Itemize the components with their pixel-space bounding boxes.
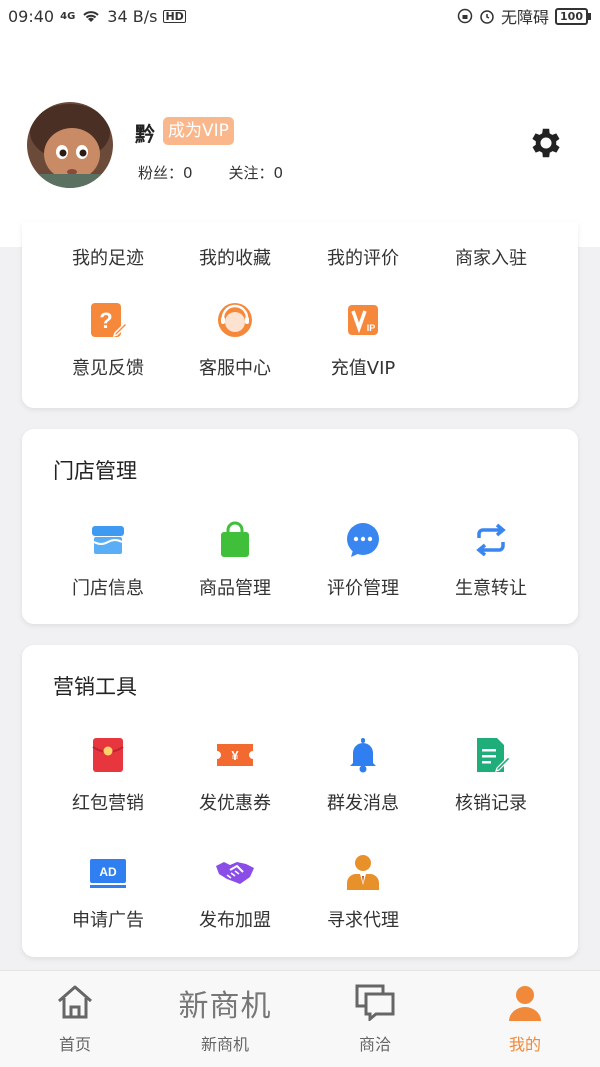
customer-service-item[interactable]: 客服中心 — [171, 300, 299, 380]
transfer-icon — [476, 523, 506, 557]
follow-count[interactable]: 关注：0 — [229, 162, 284, 183]
item-label: 商品管理 — [199, 578, 271, 599]
network-icon: 4G — [60, 10, 76, 22]
marketing-tools-card: 营销工具 红包营销 ¥ 发优惠券 群发消息 核销记录 AD 申请广告 发布加盟 … — [22, 645, 578, 957]
network-speed: 34 B/s — [107, 6, 158, 26]
coupon-icon: ¥ — [217, 744, 253, 766]
ad-application-item[interactable]: AD 申请广告 — [44, 852, 172, 932]
profile-header: 黔 成为VIP 粉丝：0 关注：0 — [0, 32, 600, 247]
item-label: 我的收藏 — [199, 248, 271, 269]
tab-mine[interactable]: 我的 — [450, 971, 600, 1067]
item-label: 评价管理 — [327, 578, 399, 599]
favorites-item[interactable]: 我的收藏 — [171, 244, 299, 270]
red-packet-item[interactable]: 红包营销 — [44, 735, 172, 815]
gear-icon[interactable] — [527, 124, 565, 162]
tab-label: 商洽 — [358, 1035, 391, 1054]
battery-icon: 100 — [555, 7, 591, 25]
store-management-card: 门店管理 门店信息 商品管理 评价管理 生意转让 — [22, 429, 578, 624]
tab-negotiation[interactable]: 商洽 — [300, 971, 450, 1067]
shortcut-card: 我的足迹 我的收藏 我的评价 商家入驻 ? 意见反馈 客服中心 IP 充值VIP — [22, 222, 578, 408]
item-label: 群发消息 — [327, 793, 399, 814]
tab-home[interactable]: 首页 — [0, 971, 150, 1067]
merchant-join-item[interactable]: 商家入驻 — [427, 244, 555, 270]
accessibility-label: 无障碍 — [501, 8, 550, 27]
record-icon — [477, 738, 511, 772]
vip-icon: IP — [348, 305, 378, 335]
tab-label: 首页 — [58, 1035, 91, 1054]
tab-label: 新商机 — [200, 1035, 249, 1054]
wifi-icon — [83, 11, 99, 22]
item-label: 充值VIP — [330, 358, 396, 379]
profile-stats: 粉丝：0 关注：0 — [138, 162, 283, 183]
red-packet-icon — [92, 738, 124, 772]
item-label: 发优惠券 — [199, 793, 271, 814]
item-label: 发布加盟 — [199, 910, 271, 931]
username: 黔 — [135, 122, 155, 146]
bell-icon — [350, 738, 376, 773]
feedback-item[interactable]: ? 意见反馈 — [44, 300, 172, 380]
svg-text:IP: IP — [367, 323, 376, 333]
publish-franchise-item[interactable]: 发布加盟 — [171, 852, 299, 932]
alarm-icon — [480, 10, 494, 24]
recharge-vip-item[interactable]: IP 充值VIP — [299, 300, 427, 380]
tab-new-opportunity[interactable]: 新商机 新商机 — [150, 971, 300, 1067]
item-label: 商家入驻 — [455, 248, 527, 269]
my-reviews-item[interactable]: 我的评价 — [299, 244, 427, 270]
item-label: 我的足迹 — [72, 248, 144, 269]
item-label: 红包营销 — [72, 793, 144, 814]
avatar[interactable] — [27, 102, 113, 188]
item-label: 寻求代理 — [327, 910, 399, 931]
business-transfer-item[interactable]: 生意转让 — [427, 520, 555, 600]
store-icon — [92, 526, 124, 554]
review-management-item[interactable]: 评价管理 — [299, 520, 427, 600]
feedback-icon: ? — [91, 303, 128, 338]
footprint-item[interactable]: 我的足迹 — [44, 244, 172, 270]
item-label: 客服中心 — [199, 358, 271, 379]
svg-text:?: ? — [99, 308, 112, 333]
seek-agent-item[interactable]: 寻求代理 — [299, 852, 427, 932]
section-title: 门店管理 — [53, 459, 137, 483]
redemption-record-item[interactable]: 核销记录 — [427, 735, 555, 815]
status-time: 09:40 — [8, 6, 55, 26]
user-icon — [509, 986, 541, 1021]
item-label: 意见反馈 — [72, 358, 144, 379]
customer-service-icon — [218, 303, 252, 337]
item-label: 我的评价 — [327, 248, 399, 269]
message-icon — [355, 984, 395, 1021]
section-title: 营销工具 — [53, 675, 137, 699]
fans-count[interactable]: 粉丝：0 — [138, 162, 193, 183]
tab-label: 我的 — [508, 1035, 541, 1054]
lock-rotation-icon — [457, 8, 473, 24]
handshake-icon — [216, 862, 254, 884]
shopping-bag-icon — [221, 521, 249, 557]
item-label: 申请广告 — [72, 910, 144, 931]
new-opportunity-icon: 新商机 — [178, 989, 272, 1024]
product-management-item[interactable]: 商品管理 — [171, 520, 299, 600]
become-vip-button[interactable]: 成为VIP — [163, 117, 234, 145]
coupon-item[interactable]: ¥ 发优惠券 — [171, 735, 299, 815]
home-icon — [58, 985, 92, 1019]
svg-text:AD: AD — [99, 865, 117, 879]
store-info-item[interactable]: 门店信息 — [44, 520, 172, 600]
item-label: 核销记录 — [455, 793, 527, 814]
agent-icon — [347, 855, 379, 890]
bottom-tab-bar: 首页 新商机 新商机 商洽 我的 — [0, 970, 600, 1067]
group-message-item[interactable]: 群发消息 — [299, 735, 427, 815]
ad-icon: AD — [90, 859, 126, 888]
hd-icon: HD — [163, 9, 186, 23]
status-bar: 09:40 4G 34 B/s HD 无障碍 100 — [0, 0, 600, 32]
chat-icon — [347, 523, 379, 557]
svg-text:¥: ¥ — [231, 748, 239, 763]
item-label: 门店信息 — [72, 578, 144, 599]
item-label: 生意转让 — [455, 578, 527, 599]
